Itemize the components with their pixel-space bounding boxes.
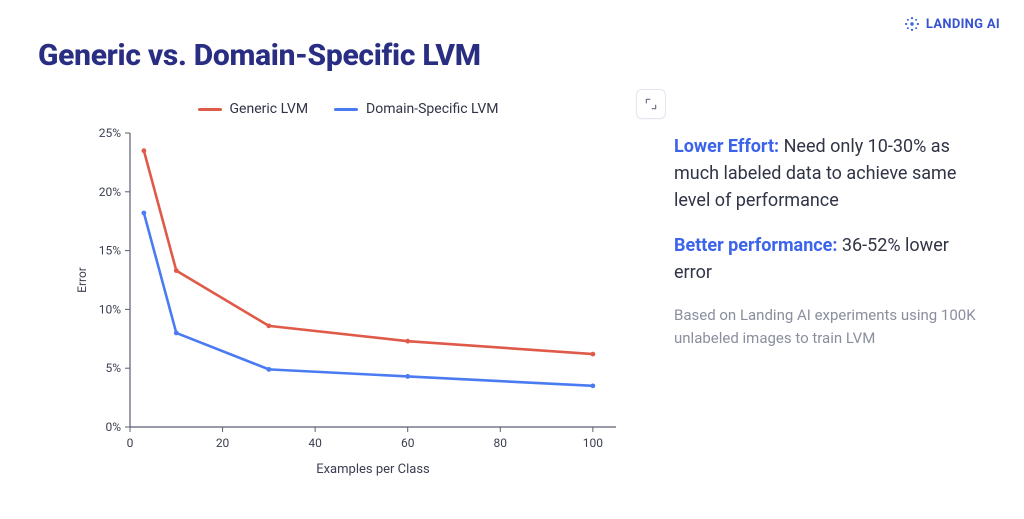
slide-page: LANDING AI Generic vs. Domain-Specific L… [0, 0, 1024, 519]
text-column: Lower Effort: Need only 10-30% as much l… [658, 81, 994, 349]
brand-icon [904, 16, 920, 32]
chart: Generic LVM Domain-Specific LVM 0% 5% 10% 1… [68, 101, 628, 483]
callout-performance: Better performance: 36-52% lower error [674, 232, 990, 286]
svg-text:40: 40 [308, 436, 322, 450]
chart-legend: Generic LVM Domain-Specific LVM [68, 101, 628, 117]
chart-svg: 0% 5% 10% 15% 20% 25% 0 20 40 60 80 100 Examples per… [68, 123, 628, 483]
expand-icon [644, 97, 658, 111]
legend-swatch [198, 108, 222, 111]
svg-text:Examples per Class: Examples per Class [316, 462, 430, 477]
svg-text:60: 60 [401, 436, 415, 450]
svg-text:Error: Error [75, 267, 89, 293]
callout-lead: Lower Effort: [674, 136, 779, 157]
brand-text: LANDING AI [926, 17, 1000, 32]
brand-logo: LANDING AI [904, 16, 1000, 32]
legend-item-generic: Generic LVM [198, 101, 309, 117]
svg-text:0%: 0% [105, 420, 121, 434]
svg-text:0: 0 [127, 436, 134, 450]
legend-label: Generic LVM [230, 101, 309, 117]
svg-text:25%: 25% [99, 126, 121, 140]
svg-text:10%: 10% [99, 302, 121, 316]
svg-text:20%: 20% [99, 185, 121, 199]
svg-text:100: 100 [583, 436, 603, 450]
legend-swatch [334, 108, 358, 111]
callout-effort: Lower Effort: Need only 10-30% as much l… [674, 133, 990, 214]
callout-lead: Better performance: [674, 235, 837, 256]
legend-label: Domain-Specific LVM [366, 101, 498, 117]
svg-text:20: 20 [216, 436, 230, 450]
legend-item-domain: Domain-Specific LVM [334, 101, 498, 117]
content-row: Generic LVM Domain-Specific LVM 0% 5% 10% 1… [38, 81, 994, 483]
footnote: Based on Landing AI experiments using 10… [674, 304, 990, 349]
popout-button[interactable] [636, 89, 666, 119]
svg-text:5%: 5% [105, 361, 121, 375]
page-title: Generic vs. Domain-Specific LVM [38, 38, 994, 73]
svg-text:80: 80 [494, 436, 508, 450]
svg-text:15%: 15% [99, 244, 121, 258]
chart-column: Generic LVM Domain-Specific LVM 0% 5% 10% 1… [38, 81, 658, 483]
